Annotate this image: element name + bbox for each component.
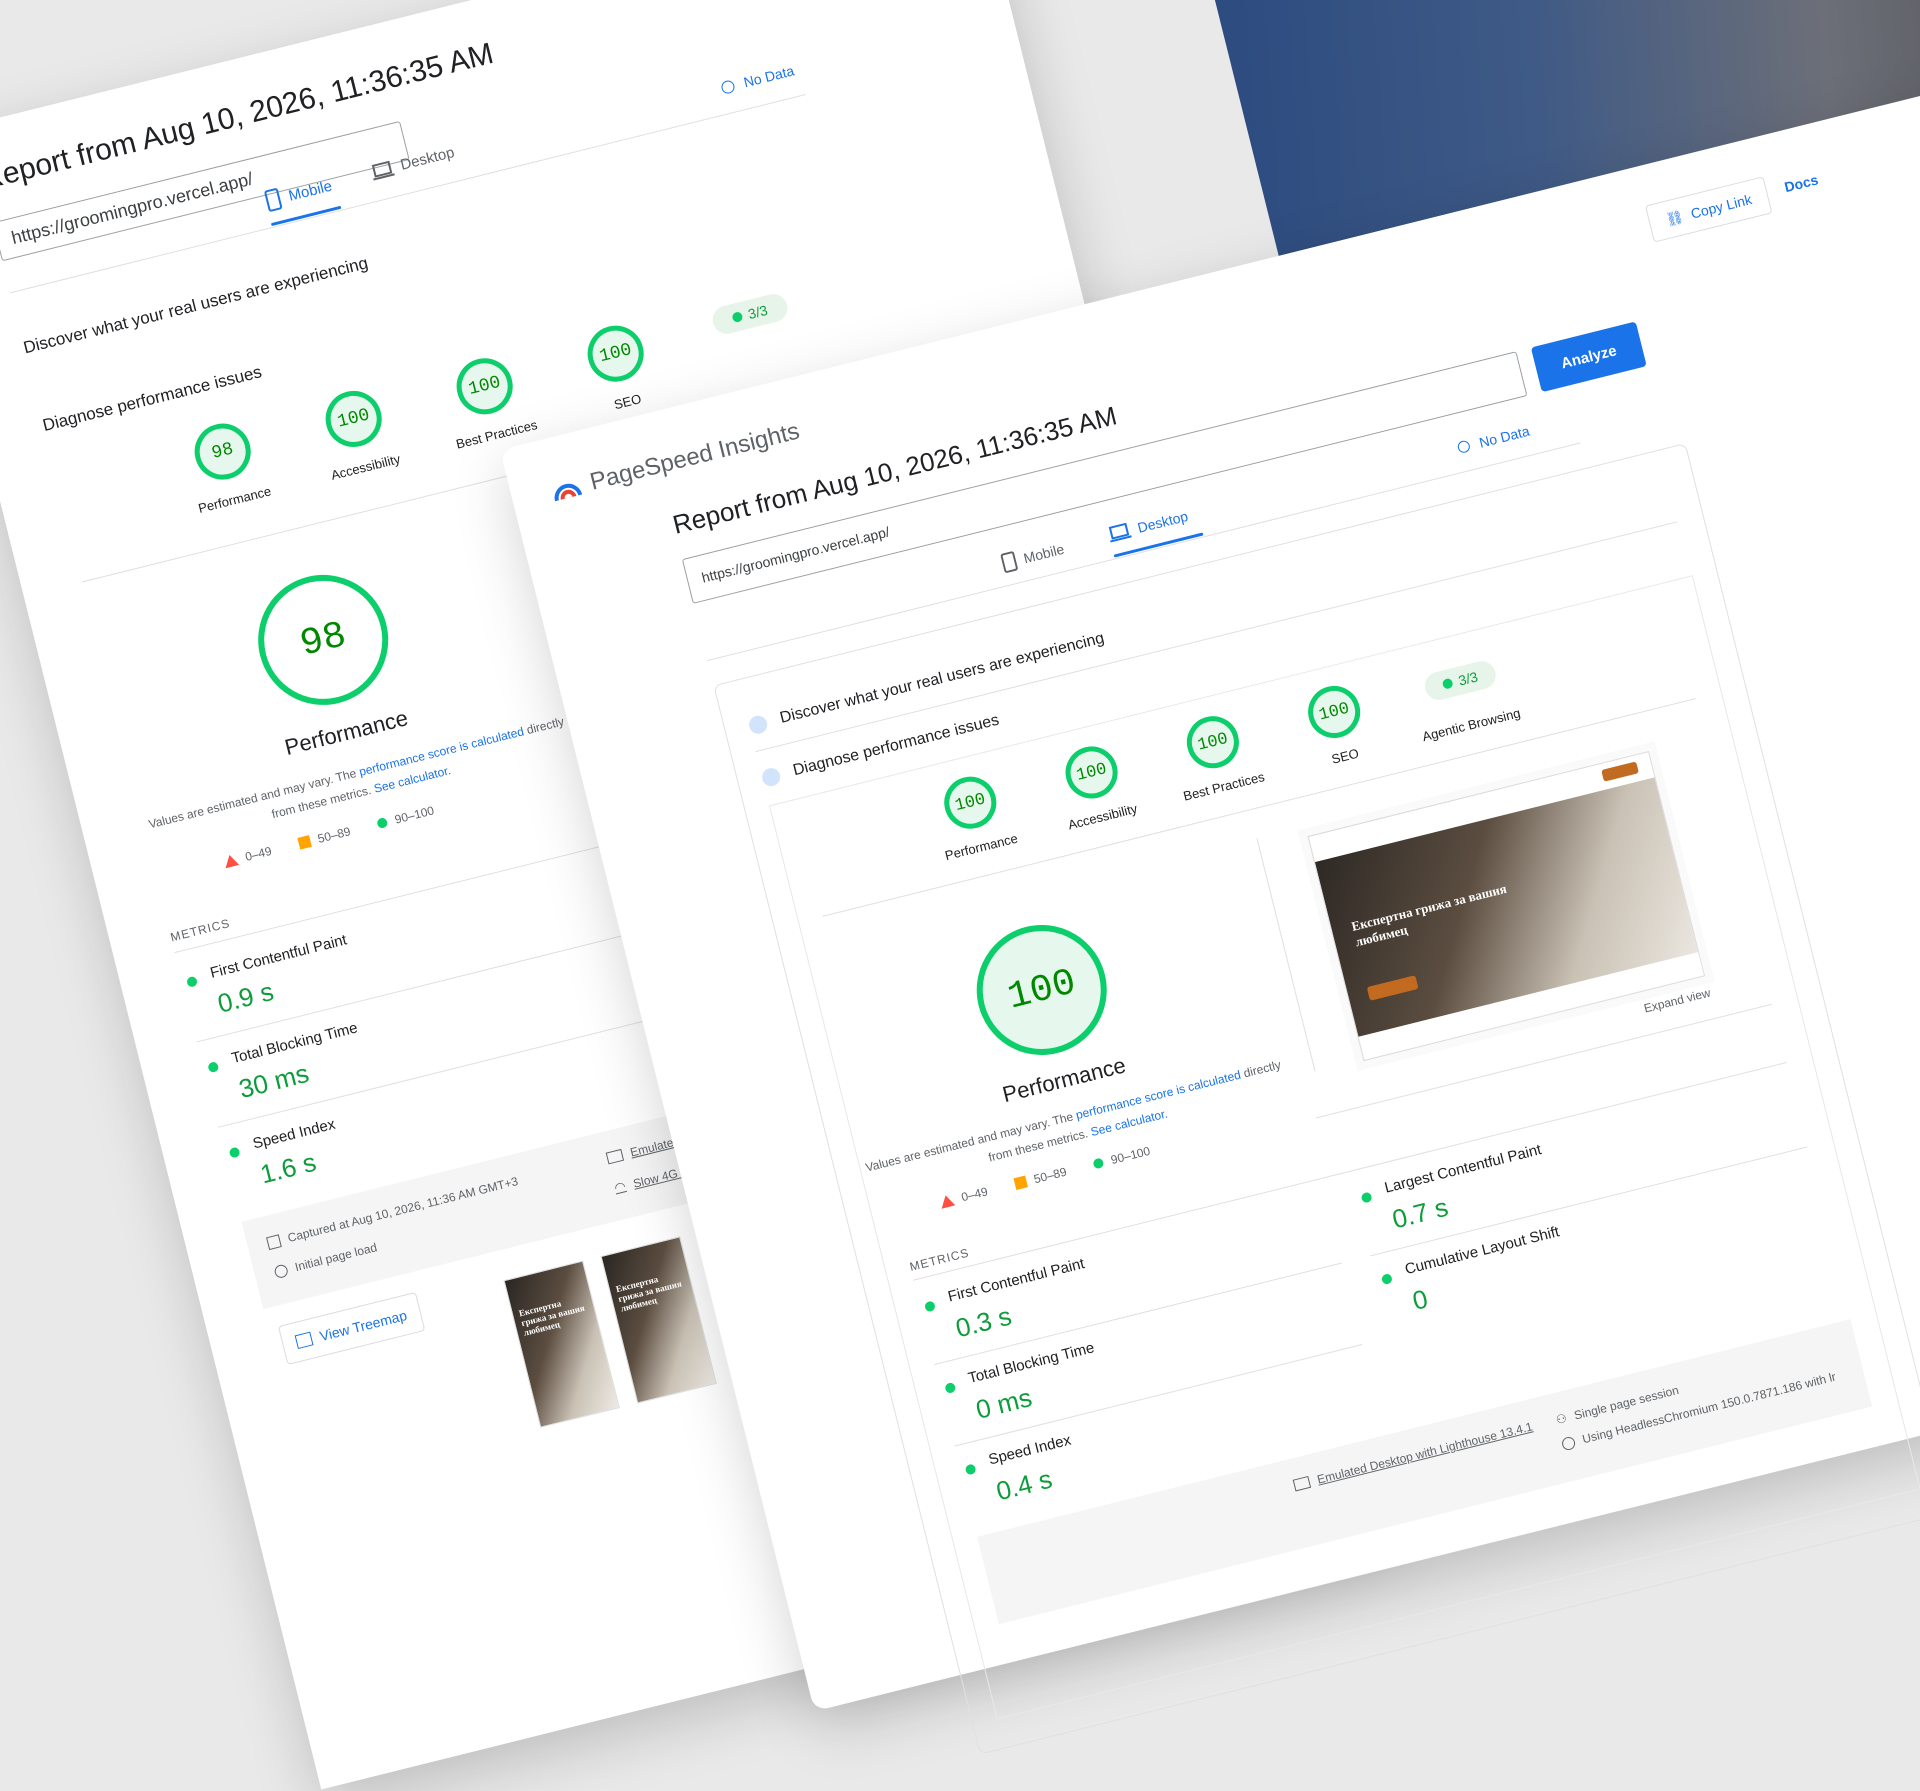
fail-triangle-icon bbox=[222, 853, 240, 869]
front-screenshot-heading: Експертна грижа за вашия любимец bbox=[1349, 880, 1509, 950]
front-tab-mobile-label: Mobile bbox=[1021, 540, 1066, 567]
phone-icon bbox=[264, 188, 283, 212]
device-icon bbox=[1292, 1475, 1312, 1492]
back-gauge-accessibility-label: Accessibility bbox=[329, 451, 402, 483]
link-icon: ⛓ bbox=[1663, 207, 1686, 228]
info-icon bbox=[1456, 439, 1472, 455]
device-icon bbox=[605, 1148, 625, 1165]
back-thumbnail-1: Експертна грижа за вашия любимец bbox=[503, 1260, 620, 1428]
back-metric-tbt-dot bbox=[207, 1061, 220, 1074]
back-metric-si-value: 1.6 s bbox=[257, 1146, 320, 1190]
back-metric-tbt-value: 30 ms bbox=[235, 1057, 312, 1105]
back-no-data-label: No Data bbox=[741, 62, 796, 91]
back-metric-fcp-dot bbox=[185, 975, 199, 988]
back-no-data[interactable]: No Data bbox=[719, 62, 796, 96]
front-tab-desktop-label: Desktop bbox=[1135, 507, 1190, 536]
back-gauge-accessibility[interactable]: 100 bbox=[319, 385, 388, 453]
back-agentic-badge[interactable]: 3/3 bbox=[709, 291, 791, 337]
back-big-gauge[interactable]: 98 bbox=[244, 561, 403, 719]
info-icon bbox=[719, 78, 736, 95]
back-gauge-seo[interactable]: 100 bbox=[581, 319, 650, 388]
front-tab-mobile[interactable]: Mobile bbox=[1000, 539, 1066, 574]
session-icon: ⚇ bbox=[1554, 1410, 1569, 1428]
screenshot-button bbox=[1366, 975, 1419, 1001]
pass-dot-icon bbox=[376, 816, 389, 830]
back-tab-desktop-label: Desktop bbox=[398, 143, 457, 174]
status-dot-icon bbox=[731, 310, 744, 324]
pagespeed-logo-icon bbox=[554, 483, 583, 502]
treemap-icon bbox=[294, 1331, 314, 1349]
wifi-icon: ◠ bbox=[612, 1178, 628, 1196]
back-view-treemap-button[interactable]: View Treemap bbox=[277, 1291, 426, 1366]
front-analyze-button[interactable]: Analyze bbox=[1530, 321, 1647, 393]
laptop-icon bbox=[371, 160, 395, 181]
back-metric-si-label: Speed Index bbox=[251, 1115, 337, 1153]
back-metric-si-dot bbox=[228, 1146, 241, 1159]
back-gauge-best-practices[interactable]: 100 bbox=[450, 352, 519, 421]
calendar-icon bbox=[265, 1233, 282, 1250]
back-metric-fcp-value: 0.9 s bbox=[214, 975, 277, 1019]
laptop-icon bbox=[1108, 522, 1132, 543]
front-copy-link-button[interactable]: ⛓ Copy Link bbox=[1644, 176, 1773, 243]
back-gauge-performance[interactable]: 98 bbox=[188, 417, 257, 486]
average-square-icon bbox=[297, 835, 312, 850]
back-discover[interactable]: Discover what your real users are experi… bbox=[21, 253, 370, 358]
front-no-data-label: No Data bbox=[1477, 422, 1532, 451]
average-square-icon bbox=[1013, 1175, 1028, 1191]
chrome-icon bbox=[1560, 1435, 1577, 1451]
back-gauge-performance-label: Performance bbox=[196, 483, 273, 516]
phone-icon bbox=[1000, 551, 1018, 573]
back-thumbnail-2: Експертна грижа за вашия любимец bbox=[600, 1236, 717, 1404]
status-dot-icon bbox=[1441, 677, 1455, 690]
front-docs-link[interactable]: Docs bbox=[1783, 171, 1820, 195]
fail-triangle-icon bbox=[938, 1193, 956, 1209]
timer-icon bbox=[273, 1262, 289, 1279]
pass-dot-icon bbox=[1092, 1157, 1105, 1170]
front-no-data[interactable]: No Data bbox=[1456, 423, 1531, 456]
